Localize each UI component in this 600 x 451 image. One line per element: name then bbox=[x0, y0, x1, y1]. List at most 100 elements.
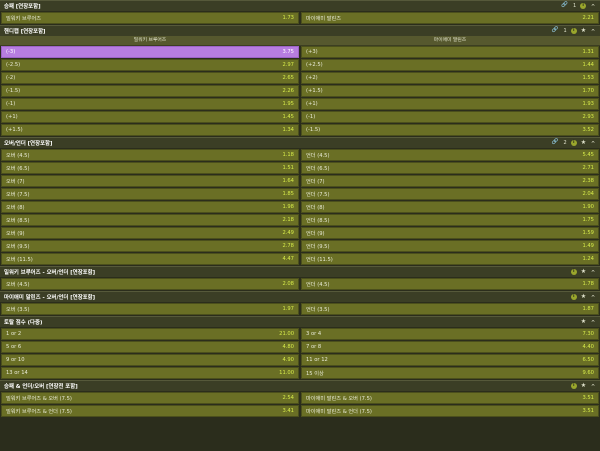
market-header[interactable]: 핸디캡 [연장포함] 🔗 1 i ★ ⌃ bbox=[0, 25, 600, 36]
odds-row: 오버 (4.5) 2.08 언더 (4.5) 1.78 bbox=[0, 278, 600, 291]
market-header[interactable]: 밀워키 브루어즈 - 오버/언더 [연장포함] i ★ ⌃ bbox=[0, 266, 600, 277]
chevron-up-icon[interactable]: ⌃ bbox=[590, 140, 596, 148]
odds-cell[interactable]: 언더 (9) 1.59 bbox=[301, 227, 599, 239]
selection-label: (+1.5) bbox=[306, 88, 323, 94]
odds-cell[interactable]: 오버 (7.5) 1.85 bbox=[1, 188, 299, 200]
info-icon[interactable]: i bbox=[580, 3, 587, 9]
odds-cell[interactable]: (+1) 1.45 bbox=[1, 111, 299, 123]
odds-value: 1.98 bbox=[282, 204, 294, 210]
odds-cell[interactable]: (+1.5) 1.70 bbox=[301, 85, 599, 97]
chevron-up-icon[interactable]: ⌃ bbox=[590, 319, 596, 327]
market-header[interactable]: 오버/언더 [연장포함] 🔗 2 i ★ ⌃ bbox=[0, 137, 600, 148]
odds-cell[interactable]: 언더 (9.5) 1.49 bbox=[301, 240, 599, 252]
market-icons: ★ ⌃ bbox=[581, 318, 596, 327]
odds-value: 3.51 bbox=[582, 408, 594, 414]
odds-cell[interactable]: 오버 (9.5) 2.78 bbox=[1, 240, 299, 252]
odds-cell[interactable]: (+3) 1.31 bbox=[301, 46, 599, 58]
selection-label: 마이애미 말린즈 bbox=[306, 15, 342, 22]
odds-cell[interactable]: 마이애미 말린즈 & 오버 (7.5) 3.51 bbox=[301, 392, 599, 404]
market-header[interactable]: 승패 [연장포함] 🔗 1 i ⌃ bbox=[0, 0, 600, 11]
odds-cell[interactable]: (-1.5) 3.52 bbox=[301, 124, 599, 136]
odds-value: 1.34 bbox=[282, 127, 294, 133]
link-icon[interactable]: 🔗 bbox=[552, 140, 559, 146]
star-icon[interactable]: ★ bbox=[581, 383, 586, 389]
odds-cell[interactable]: 오버 (7) 1.64 bbox=[1, 175, 299, 187]
market-header[interactable]: 토탈 점수 (다중) ★ ⌃ bbox=[0, 316, 600, 327]
odds-cell[interactable]: 언더 (6.5) 2.71 bbox=[301, 162, 599, 174]
odds-cell[interactable]: (-1) 2.93 bbox=[301, 111, 599, 123]
odds-cell[interactable]: (-1.5) 2.26 bbox=[1, 85, 299, 97]
odds-cell[interactable]: 언더 (7) 2.38 bbox=[301, 175, 599, 187]
odds-cell[interactable]: 9 or 10 4.90 bbox=[1, 354, 299, 366]
chevron-up-icon[interactable]: ⌃ bbox=[590, 28, 596, 36]
odds-cell[interactable]: 7 or 8 4.40 bbox=[301, 341, 599, 353]
selection-label: 언더 (4.5) bbox=[306, 281, 330, 288]
odds-cell[interactable]: 마이애미 말린즈 2.21 bbox=[301, 12, 599, 24]
odds-cell[interactable]: 밀워키 브루어즈 & 언더 (7.5) 3.41 bbox=[1, 405, 299, 417]
odds-cell[interactable]: 밀워키 브루어즈 & 오버 (7.5) 2.54 bbox=[1, 392, 299, 404]
odds-cell[interactable]: (-1) 1.95 bbox=[1, 98, 299, 110]
odds-cell[interactable]: 언더 (8) 1.90 bbox=[301, 201, 599, 213]
odds-cell[interactable]: 언더 (8.5) 1.75 bbox=[301, 214, 599, 226]
market-header[interactable]: 승패 & 언더/오버 [연장전 포함] i ★ ⌃ bbox=[0, 380, 600, 391]
odds-value: 1.93 bbox=[582, 101, 594, 107]
info-icon[interactable]: i bbox=[570, 294, 577, 300]
odds-cell[interactable]: 11 or 12 6.50 bbox=[301, 354, 599, 366]
odds-cell[interactable]: 오버 (8.5) 2.18 bbox=[1, 214, 299, 226]
odds-cell[interactable]: (+2.5) 1.44 bbox=[301, 59, 599, 71]
odds-cell[interactable]: 마이애미 말린즈 & 언더 (7.5) 3.51 bbox=[301, 405, 599, 417]
odds-cell[interactable]: 1 or 2 21.00 bbox=[1, 328, 299, 340]
info-icon[interactable]: i bbox=[570, 383, 577, 389]
odds-cell[interactable]: (+1.5) 1.34 bbox=[1, 124, 299, 136]
selection-label: 언더 (11.5) bbox=[306, 256, 333, 263]
odds-cell[interactable]: (+2) 1.53 bbox=[301, 72, 599, 84]
link-icon[interactable]: 🔗 bbox=[552, 28, 559, 34]
info-icon[interactable]: i bbox=[570, 269, 577, 275]
odds-cell[interactable]: 오버 (9) 2.49 bbox=[1, 227, 299, 239]
selection-label: 오버 (9.5) bbox=[6, 243, 30, 250]
odds-value: 1.24 bbox=[582, 256, 594, 262]
market-icons: 🔗 2 i ★ ⌃ bbox=[552, 139, 596, 148]
odds-cell[interactable]: (-2.5) 2.97 bbox=[1, 59, 299, 71]
odds-cell[interactable]: 언더 (11.5) 1.24 bbox=[301, 253, 599, 265]
selection-label: 오버 (7) bbox=[6, 178, 25, 185]
odds-cell[interactable]: 3 or 4 7.30 bbox=[301, 328, 599, 340]
odds-cell-selected[interactable]: (-3) 3.75 bbox=[1, 46, 299, 58]
odds-cell[interactable]: 언더 (4.5) 5.45 bbox=[301, 149, 599, 161]
odds-cell[interactable]: 오버 (11.5) 4.47 bbox=[1, 253, 299, 265]
star-icon[interactable]: ★ bbox=[581, 269, 586, 275]
info-icon[interactable]: i bbox=[570, 140, 577, 146]
star-icon[interactable]: ★ bbox=[581, 319, 586, 325]
odds-cell[interactable]: 15 이상 9.60 bbox=[301, 367, 599, 379]
odds-cell[interactable]: 언더 (3.5) 1.87 bbox=[301, 303, 599, 315]
odds-cell[interactable]: 오버 (4.5) 1.18 bbox=[1, 149, 299, 161]
selection-label: 7 or 8 bbox=[306, 344, 322, 350]
odds-cell[interactable]: 13 or 14 11.00 bbox=[1, 367, 299, 379]
chevron-up-icon[interactable]: ⌃ bbox=[590, 294, 596, 302]
column-header: 밀워키 브루어즈 bbox=[133, 38, 167, 43]
info-icon[interactable]: i bbox=[570, 28, 577, 34]
odds-cell[interactable]: 오버 (4.5) 2.08 bbox=[1, 278, 299, 290]
chevron-up-icon[interactable]: ⌃ bbox=[590, 383, 596, 391]
star-icon[interactable]: ★ bbox=[581, 28, 586, 34]
market-header[interactable]: 마이애미 말린즈 - 오버/언더 [연장포함] i ★ ⌃ bbox=[0, 291, 600, 302]
odds-cell[interactable]: (+1) 1.93 bbox=[301, 98, 599, 110]
odds-cell[interactable]: 오버 (3.5) 1.97 bbox=[1, 303, 299, 315]
odds-cell[interactable]: (-2) 2.65 bbox=[1, 72, 299, 84]
odds-cell[interactable]: 오버 (6.5) 1.51 bbox=[1, 162, 299, 174]
star-icon[interactable]: ★ bbox=[581, 140, 586, 146]
chevron-up-icon[interactable]: ⌃ bbox=[590, 269, 596, 277]
market-icons: i ★ ⌃ bbox=[570, 382, 596, 391]
market-icons: 🔗 1 i ★ ⌃ bbox=[552, 27, 596, 36]
odds-cell[interactable]: 밀워키 브루어즈 1.73 bbox=[1, 12, 299, 24]
link-count: 2 bbox=[563, 140, 567, 146]
link-icon[interactable]: 🔗 bbox=[561, 3, 568, 9]
odds-cell[interactable]: 오버 (8) 1.98 bbox=[1, 201, 299, 213]
chevron-up-icon[interactable]: ⌃ bbox=[590, 3, 596, 11]
odds-cell[interactable]: 5 or 6 4.80 bbox=[1, 341, 299, 353]
odds-cell[interactable]: 언더 (7.5) 2.04 bbox=[301, 188, 599, 200]
odds-value: 1.75 bbox=[582, 217, 594, 223]
star-icon[interactable]: ★ bbox=[581, 294, 586, 300]
odds-cell[interactable]: 언더 (4.5) 1.78 bbox=[301, 278, 599, 290]
odds-row: 밀워키 브루어즈 & 오버 (7.5) 2.54 마이애미 말린즈 & 오버 (7.… bbox=[0, 392, 600, 405]
